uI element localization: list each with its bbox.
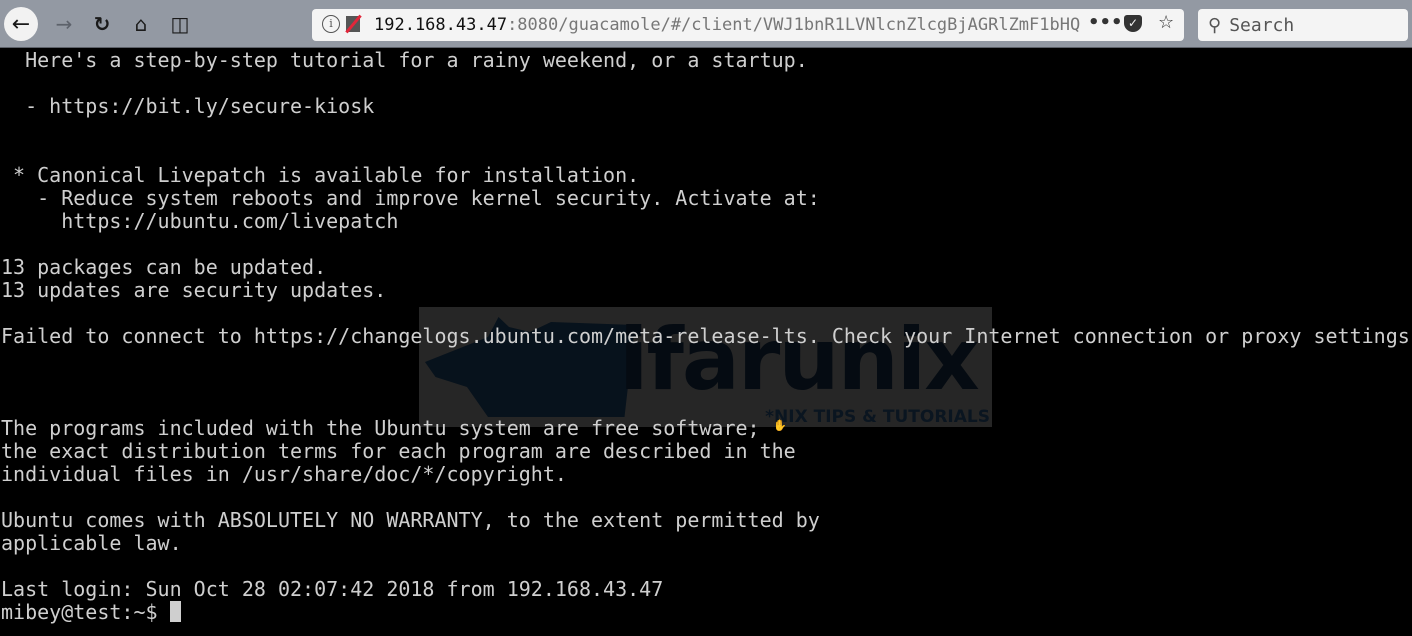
mouse-pointer-icon: ✋ <box>773 420 787 432</box>
terminal-line: - Reduce system reboots and improve kern… <box>1 186 820 210</box>
sidebar-button[interactable]: ◫ <box>166 0 194 48</box>
forward-button[interactable]: → <box>50 0 78 48</box>
terminal-screen[interactable]: ifarunix *NIX TIPS & TUTORIALS Here's a … <box>0 49 1412 636</box>
sidebar-icon: ◫ <box>170 12 190 36</box>
terminal-line: - https://bit.ly/secure-kiosk <box>1 94 375 118</box>
search-placeholder: Search <box>1229 14 1295 36</box>
home-button[interactable]: ⌂ <box>127 0 155 48</box>
terminal-line: Failed to connect to https://changelogs.… <box>1 324 1410 348</box>
back-button[interactable]: ← <box>4 7 38 41</box>
terminal-line: 13 updates are security updates. <box>1 278 387 302</box>
terminal-line: Ubuntu comes with ABSOLUTELY NO WARRANTY… <box>1 508 820 532</box>
terminal-line: Here's a step-by-step tutorial for a rai… <box>1 48 808 72</box>
insecure-lock-icon[interactable] <box>346 16 360 32</box>
url-host: 192.168.43.47 <box>374 15 508 35</box>
terminal-line: applicable law. <box>1 531 182 555</box>
back-icon: ← <box>11 11 31 37</box>
search-input[interactable]: ⚲ Search <box>1198 9 1408 41</box>
more-icon[interactable]: ••• <box>1088 12 1123 33</box>
terminal-cursor <box>169 601 181 622</box>
home-icon: ⌂ <box>134 12 148 36</box>
terminal-line: Last login: Sun Oct 28 02:07:42 2018 fro… <box>1 577 664 601</box>
terminal-line: https://ubuntu.com/livepatch <box>1 209 399 233</box>
terminal-line: individual files in /usr/share/doc/*/cop… <box>1 462 567 486</box>
shell-prompt: mibey@test:~$ <box>1 600 158 624</box>
terminal-line: the exact distribution terms for each pr… <box>1 439 796 463</box>
terminal-line: The programs included with the Ubuntu sy… <box>1 416 760 440</box>
url-path: :8080/guacamole/#/client/VWJ1bnR1LVNlcnZ… <box>507 15 1081 35</box>
bookmark-star-icon[interactable]: ☆ <box>1158 12 1174 33</box>
reload-icon: ↻ <box>93 12 111 36</box>
shell-prompt-line[interactable]: mibey@test:~$ <box>1 601 1410 624</box>
forward-icon: → <box>55 12 73 36</box>
url-bar[interactable]: i 192.168.43.47 :8080/guacamole/#/client… <box>312 9 1184 41</box>
browser-toolbar: ← → ↻ ⌂ ◫ i 192.168.43.47 :8080/guacamol… <box>0 0 1412 48</box>
terminal-line: 13 packages can be updated. <box>1 255 327 279</box>
terminal-line: * Canonical Livepatch is available for i… <box>1 163 640 187</box>
search-icon: ⚲ <box>1208 14 1222 36</box>
info-icon[interactable]: i <box>322 15 340 33</box>
reload-button[interactable]: ↻ <box>88 0 116 48</box>
terminal-output: Here's a step-by-step tutorial for a rai… <box>1 49 1410 624</box>
